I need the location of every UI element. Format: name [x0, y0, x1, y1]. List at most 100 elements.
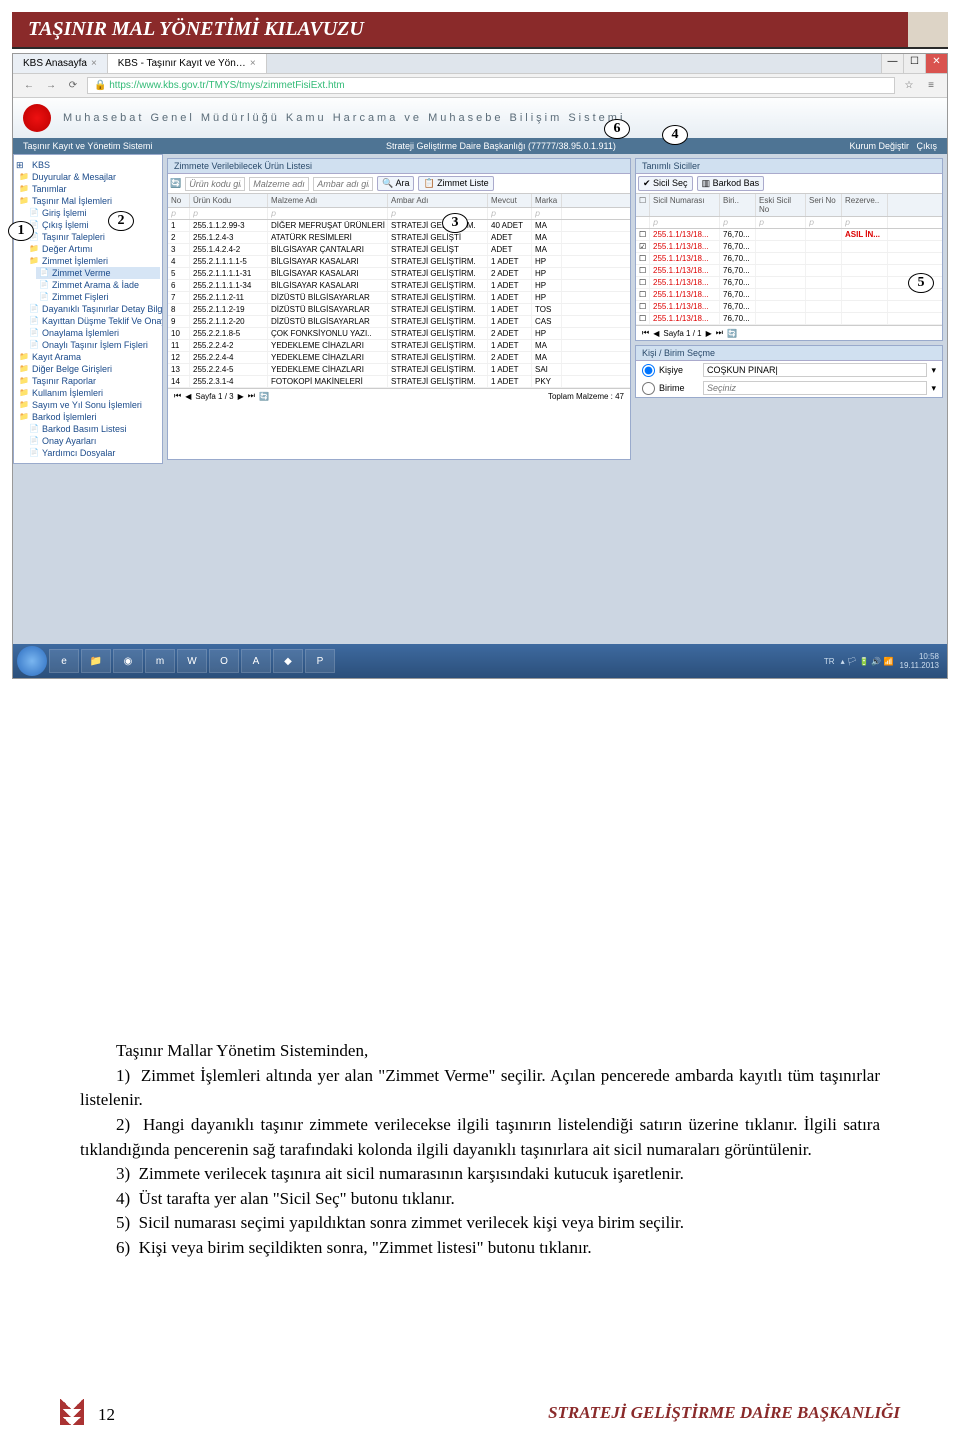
- tree-item[interactable]: Duyurular & Mesajlar: [16, 171, 160, 183]
- tree-item[interactable]: Diğer Belge Girişleri: [16, 363, 160, 375]
- table-row[interactable]: 10255.2.2.1.8-5ÇOK FONKSİYONLU YAZI..STR…: [168, 328, 630, 340]
- explorer-icon[interactable]: 📁: [81, 649, 111, 673]
- tree-item[interactable]: Taşınır Talepleri: [26, 231, 160, 243]
- row-checkbox[interactable]: ☐: [636, 301, 650, 312]
- prev-page-icon[interactable]: ◀: [653, 329, 659, 338]
- row-checkbox[interactable]: ☐: [636, 229, 650, 240]
- change-org-link[interactable]: Kurum Değiştir: [849, 141, 909, 151]
- powerpoint-icon[interactable]: P: [305, 649, 335, 673]
- url-input[interactable]: 🔒 https://www.kbs.gov.tr/TMYS/tmys/zimme…: [87, 77, 895, 94]
- tree-item[interactable]: Zimmet İşlemleri: [26, 255, 160, 267]
- app-icon[interactable]: ◆: [273, 649, 303, 673]
- last-page-icon[interactable]: ⏭: [716, 328, 723, 338]
- table-row[interactable]: 12255.2.2.4-4YEDEKLEME CİHAZLARISTRATEJİ…: [168, 352, 630, 364]
- reload-icon[interactable]: ⟳: [65, 78, 81, 94]
- table-row[interactable]: 5255.2.1.1.1.1-31BİLGİSAYAR KASALARISTRA…: [168, 268, 630, 280]
- prev-page-icon[interactable]: ◀: [185, 392, 191, 401]
- radio-birime[interactable]: [642, 382, 655, 395]
- row-checkbox[interactable]: ☑: [636, 241, 650, 252]
- refresh-icon[interactable]: 🔄: [170, 178, 181, 189]
- close-icon[interactable]: ×: [91, 58, 97, 69]
- last-page-icon[interactable]: ⏭: [248, 391, 255, 401]
- tree-item[interactable]: Değer Artımı: [26, 243, 160, 255]
- table-row[interactable]: ☐255.1.1/13/18...76,70...: [636, 277, 942, 289]
- refresh-icon[interactable]: 🔄: [259, 392, 269, 401]
- row-checkbox[interactable]: ☐: [636, 289, 650, 300]
- tree-item[interactable]: Barkod Basım Listesi: [26, 423, 160, 435]
- radio-kisiye[interactable]: [642, 364, 655, 377]
- bookmark-icon[interactable]: ☆: [901, 78, 917, 94]
- table-row[interactable]: 2255.1.2.4-3ATATÜRK RESİMLERİSTRATEJİ GE…: [168, 232, 630, 244]
- table-row[interactable]: 3255.1.4.2.4-2BİLGİSAYAR ÇANTALARISTRATE…: [168, 244, 630, 256]
- tree-item-zimmet-verme[interactable]: Zimmet Verme: [36, 267, 160, 279]
- table-row[interactable]: ☐255.1.1/13/18...76,70...: [636, 289, 942, 301]
- tray-icons[interactable]: ▴ 🏳 🔋 🔊 📶: [841, 657, 894, 666]
- next-page-icon[interactable]: ▶: [238, 392, 244, 401]
- menu-icon[interactable]: ≡: [923, 78, 939, 94]
- tree-item[interactable]: Onay Ayarları: [26, 435, 160, 447]
- row-checkbox[interactable]: ☐: [636, 265, 650, 276]
- word-icon[interactable]: W: [177, 649, 207, 673]
- row-checkbox[interactable]: ☐: [636, 277, 650, 288]
- tree-item[interactable]: Zimmet Fişleri: [36, 291, 160, 303]
- tree-item[interactable]: Çıkış İşlemi: [26, 219, 160, 231]
- first-page-icon[interactable]: ⏮: [174, 391, 181, 401]
- outlook-icon[interactable]: O: [209, 649, 239, 673]
- table-row[interactable]: ☐255.1.1/13/18...76,70...: [636, 253, 942, 265]
- refresh-icon[interactable]: 🔄: [727, 329, 737, 338]
- table-row[interactable]: 11255.2.2.4-2YEDEKLEME CİHAZLARISTRATEJİ…: [168, 340, 630, 352]
- table-row[interactable]: 13255.2.2.4-5YEDEKLEME CİHAZLARISTRATEJİ…: [168, 364, 630, 376]
- start-button[interactable]: [17, 646, 47, 676]
- tree-item[interactable]: Kullanım İşlemleri: [16, 387, 160, 399]
- person-input[interactable]: [703, 363, 927, 377]
- tree-item[interactable]: Onaylı Taşınır İşlem Fişleri: [26, 339, 160, 351]
- tree-item[interactable]: Zimmet Arama & İade: [36, 279, 160, 291]
- tree-item[interactable]: Kayıt Arama: [16, 351, 160, 363]
- tree-item[interactable]: Giriş İşlemi: [26, 207, 160, 219]
- table-row[interactable]: 9255.2.1.1.2-20DİZÜSTÜ BİLGİSAYARLARSTRA…: [168, 316, 630, 328]
- first-page-icon[interactable]: ⏮: [642, 328, 649, 338]
- sicil-sec-button[interactable]: ✔ Sicil Seç: [638, 176, 693, 191]
- next-page-icon[interactable]: ▶: [706, 329, 712, 338]
- close-icon[interactable]: ×: [250, 58, 256, 69]
- tree-item[interactable]: Onaylama İşlemleri: [26, 327, 160, 339]
- product-name-input[interactable]: [249, 177, 309, 191]
- close-button[interactable]: ✕: [925, 54, 947, 73]
- row-checkbox[interactable]: ☐: [636, 253, 650, 264]
- tree-item[interactable]: KBS: [16, 159, 160, 171]
- tray-lang[interactable]: TR: [824, 657, 835, 666]
- table-row[interactable]: ☐255.1.1/13/18...76,70...: [636, 265, 942, 277]
- table-row[interactable]: 4255.2.1.1.1.1-5BİLGİSAYAR KASALARISTRAT…: [168, 256, 630, 268]
- dropdown-icon[interactable]: ▾: [931, 365, 936, 376]
- warehouse-input[interactable]: [313, 177, 373, 191]
- tree-item[interactable]: Kayıttan Düşme Teklif Ve Onay Tutanağı: [26, 315, 160, 327]
- search-button[interactable]: 🔍 Ara: [377, 176, 414, 191]
- tree-item[interactable]: Taşınır Raporlar: [16, 375, 160, 387]
- back-icon[interactable]: ←: [21, 78, 37, 94]
- maxthon-icon[interactable]: m: [145, 649, 175, 673]
- table-row[interactable]: ☐255.1.1/13/18...76,70...ASIL İN...: [636, 229, 942, 241]
- ie-icon[interactable]: e: [49, 649, 79, 673]
- tree-item[interactable]: Taşınır Mal İşlemleri: [16, 195, 160, 207]
- table-row[interactable]: 7255.2.1.1.2-11DİZÜSTÜ BİLGİSAYARLARSTRA…: [168, 292, 630, 304]
- tree-item[interactable]: Yardımcı Dosyalar: [26, 447, 160, 459]
- tree-item[interactable]: Sayım ve Yıl Sonu İşlemleri: [16, 399, 160, 411]
- table-row[interactable]: ☑255.1.1/13/18...76,70...: [636, 241, 942, 253]
- browser-tab-2[interactable]: KBS - Taşınır Kayıt ve Yön…×: [108, 54, 267, 73]
- maximize-button[interactable]: ☐: [903, 54, 925, 73]
- tree-item[interactable]: Barkod İşlemleri: [16, 411, 160, 423]
- dropdown-icon[interactable]: ▾: [931, 383, 936, 394]
- table-row[interactable]: 1255.1.1.2.99-3DİĞER MEFRUŞAT ÜRÜNLERİST…: [168, 220, 630, 232]
- tree-item[interactable]: Dayanıklı Taşınırlar Detay Bilgileri: [26, 303, 160, 315]
- row-checkbox[interactable]: ☐: [636, 313, 650, 324]
- minimize-button[interactable]: —: [881, 54, 903, 73]
- barkod-bas-button[interactable]: ▥ Barkod Bas: [697, 176, 765, 191]
- table-row[interactable]: ☐255.1.1/13/18...76,70...: [636, 301, 942, 313]
- logout-link[interactable]: Çıkış: [916, 141, 937, 151]
- chrome-icon[interactable]: ◉: [113, 649, 143, 673]
- table-row[interactable]: 8255.2.1.1.2-19DİZÜSTÜ BİLGİSAYARLARSTRA…: [168, 304, 630, 316]
- table-row[interactable]: ☐255.1.1/13/18...76,70...: [636, 313, 942, 325]
- adobe-icon[interactable]: A: [241, 649, 271, 673]
- tree-item[interactable]: Tanımlar: [16, 183, 160, 195]
- product-code-input[interactable]: [185, 177, 245, 191]
